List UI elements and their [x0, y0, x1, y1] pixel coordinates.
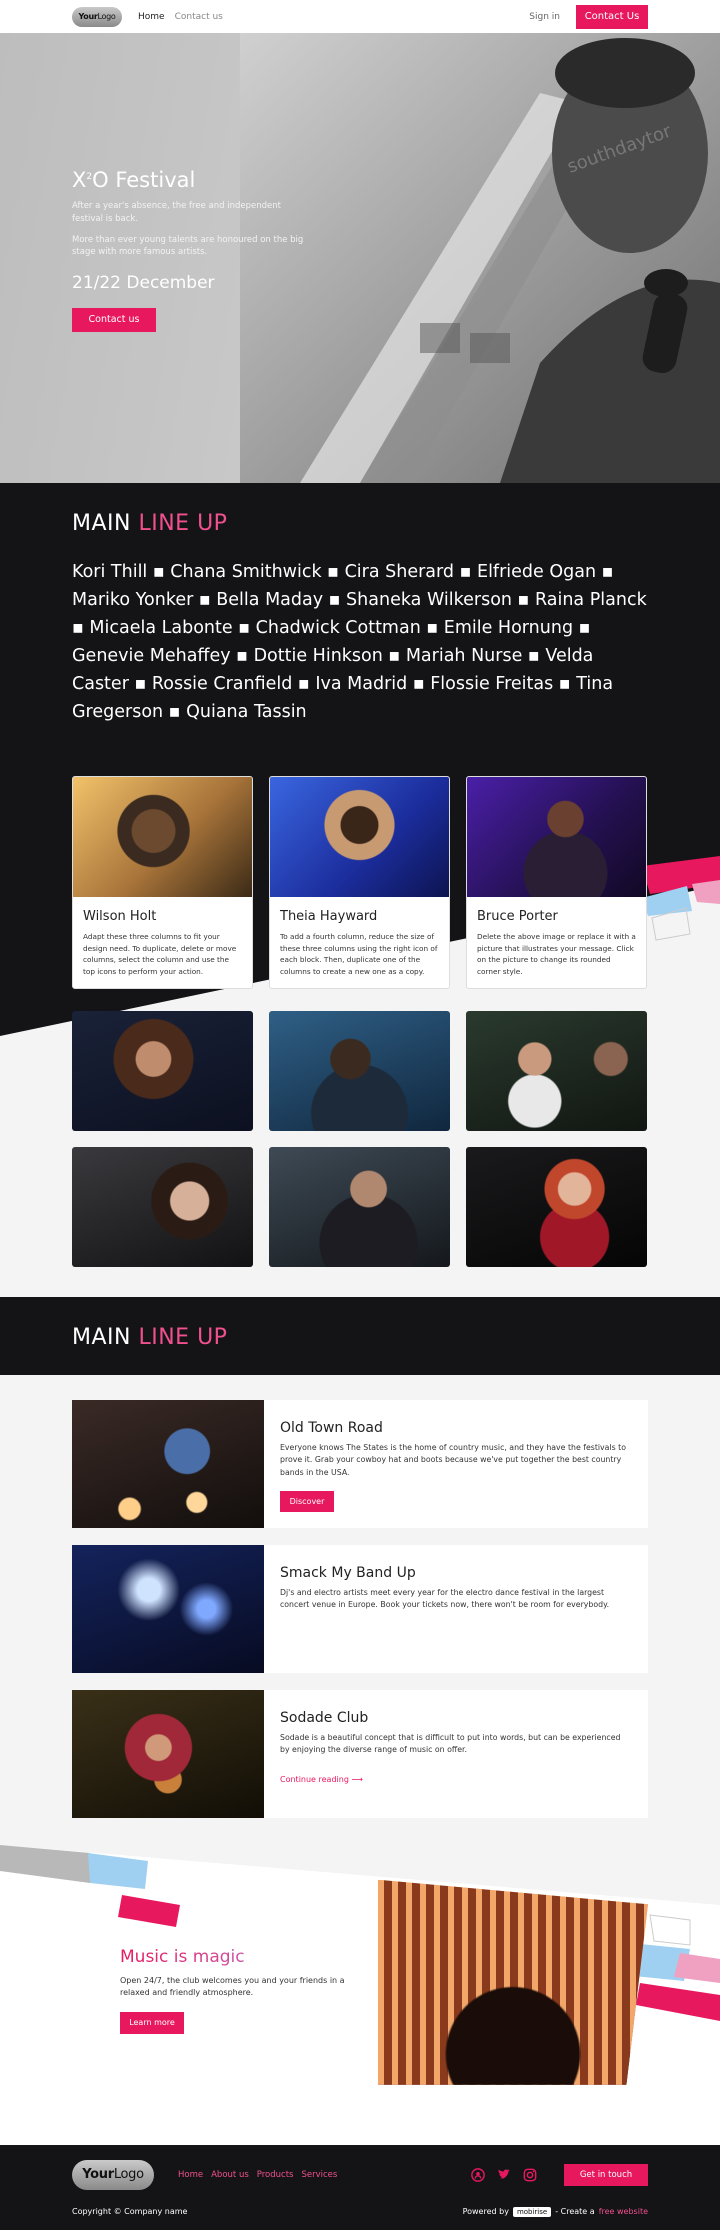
main-nav: Home Contact us: [138, 12, 223, 22]
hero-text-2: More than ever young talents are honoure…: [72, 234, 304, 258]
github-icon[interactable]: [470, 2167, 486, 2183]
logo-light-text: Logo: [97, 12, 116, 21]
footer: Your Logo Home About us Products Services…: [0, 2144, 720, 2230]
copyright-text: Copyright © Company name: [72, 2207, 188, 2217]
footer-logo-bold: Your: [82, 2167, 114, 2183]
powered-by: Powered by mobirise - Create a free webs…: [462, 2206, 648, 2217]
footer-link-home[interactable]: Home: [178, 2170, 203, 2180]
event-description: Everyone knows The States is the home of…: [280, 1442, 626, 1477]
discover-button[interactable]: Discover: [280, 1491, 334, 1513]
lineup-title: MAIN LINE UP: [72, 511, 228, 536]
artist-photo-grid: [72, 1010, 648, 1267]
create-text: - Create a: [555, 2207, 595, 2217]
events-section: Old Town Road Everyone knows The States …: [0, 1374, 720, 1845]
nav-link-contact[interactable]: Contact us: [175, 12, 223, 22]
gallery-photo[interactable]: [269, 1010, 450, 1131]
lineup-header-section: MAIN LINE UP: [0, 1296, 720, 1375]
logo-bold-text: Your: [78, 12, 98, 21]
top-navbar: Your Logo Home Contact us Sign in Contact…: [0, 0, 720, 33]
event-photo-smack-my-band-up: [72, 1544, 264, 1673]
mobirise-badge[interactable]: mobirise: [512, 2206, 552, 2217]
artist-cards: Wilson Holt Adapt these three columns to…: [72, 776, 648, 989]
artist-name: Wilson Holt: [83, 909, 157, 924]
hero-contact-button[interactable]: Contact us: [72, 307, 156, 332]
hero-date: 21/22 December: [72, 273, 215, 293]
nav-actions: Sign in Contact Us: [529, 4, 648, 29]
lineup-title-2: MAIN LINE UP: [72, 1324, 228, 1350]
hero-section: southdaytor X2O Festival After a year's …: [0, 33, 720, 483]
artist-photo-theia: [270, 777, 449, 897]
artist-photo-wilson: [73, 777, 252, 897]
artists-section: Wilson Holt Adapt these three columns to…: [0, 776, 720, 1297]
artist-name: Bruce Porter: [477, 909, 558, 924]
instagram-icon[interactable]: [522, 2167, 538, 2183]
artist-card[interactable]: Wilson Holt Adapt these three columns to…: [72, 776, 253, 989]
gallery-photo[interactable]: [269, 1146, 450, 1267]
event-title: Old Town Road: [280, 1419, 383, 1436]
free-website-link[interactable]: free website: [599, 2207, 648, 2216]
magic-title: Music is magic: [120, 1947, 360, 1967]
hero-content: X2O Festival After a year's absence, the…: [72, 168, 312, 332]
hero-title: X2O Festival: [72, 168, 196, 192]
twitter-icon[interactable]: [496, 2167, 512, 2183]
get-in-touch-button[interactable]: Get in touch: [564, 2163, 648, 2186]
social-links: [470, 2167, 538, 2183]
artist-card[interactable]: Bruce Porter Delete the above image or r…: [466, 776, 647, 989]
event-card: Smack My Band Up Dj's and electro artist…: [72, 1544, 648, 1673]
hero-text-1: After a year's absence, the free and ind…: [72, 201, 281, 224]
gallery-photo[interactable]: [72, 1010, 253, 1131]
magic-content: Music is magic Open 24/7, the club welco…: [120, 1947, 360, 2034]
footer-logo[interactable]: Your Logo: [72, 2159, 154, 2190]
bar-photo: [378, 1879, 648, 2085]
artist-description: Adapt these three columns to fit your de…: [83, 932, 237, 977]
arrow-right-icon: ⟶: [351, 1774, 363, 1784]
footer-link-about[interactable]: About us: [211, 2170, 249, 2180]
sign-in-link[interactable]: Sign in: [529, 12, 560, 22]
learn-more-button[interactable]: Learn more: [120, 2011, 184, 2034]
lineup-section: MAIN LINE UP Kori Thill ▪ Chana Smithwic…: [0, 483, 720, 776]
event-title: Sodade Club: [280, 1709, 369, 1726]
footer-logo-light: Logo: [113, 2167, 144, 2183]
event-title: Smack My Band Up: [280, 1564, 416, 1581]
artist-name: Theia Hayward: [280, 909, 378, 924]
footer-nav: Home About us Products Services: [178, 2170, 337, 2180]
lineup-artist-names: Kori Thill ▪ Chana Smithwick ▪ Cira Sher…: [72, 562, 647, 722]
footer-bottom: Copyright © Company name Powered by mobi…: [72, 2206, 648, 2217]
gallery-photo[interactable]: [466, 1010, 647, 1131]
artist-card[interactable]: Theia Hayward To add a fourth column, re…: [269, 776, 450, 989]
artist-description: Delete the above image or replace it wit…: [477, 932, 636, 977]
gallery-photo[interactable]: [72, 1146, 253, 1267]
gallery-photo[interactable]: [466, 1146, 647, 1267]
brand-logo[interactable]: Your Logo: [72, 6, 122, 27]
event-card: Sodade Club Sodade is a beautiful concep…: [72, 1689, 648, 1818]
event-card: Old Town Road Everyone knows The States …: [72, 1399, 648, 1528]
event-description: Sodade is a beautiful concept that is di…: [280, 1732, 621, 1755]
artist-description: To add a fourth column, reduce the size …: [280, 932, 438, 977]
continue-reading-link[interactable]: Continue reading ⟶: [280, 1775, 363, 1784]
footer-link-services[interactable]: Services: [301, 2170, 337, 2180]
magic-text: Open 24/7, the club welcomes you and you…: [120, 1975, 345, 1998]
decorative-shapes: [642, 856, 720, 941]
nav-link-home[interactable]: Home: [138, 12, 165, 22]
contact-us-button[interactable]: Contact Us: [576, 4, 648, 29]
event-description: Dj's and electro artists meet every year…: [280, 1587, 610, 1610]
music-magic-section: Music is magic Open 24/7, the club welco…: [0, 1844, 720, 2145]
event-photo-sodade-club: [72, 1689, 264, 1818]
powered-by-text: Powered by: [462, 2207, 509, 2217]
artist-photo-bruce: [467, 777, 646, 897]
hero-singer-image: southdaytor: [240, 33, 720, 483]
event-photo-old-town-road: [72, 1399, 264, 1528]
footer-link-products[interactable]: Products: [257, 2170, 294, 2180]
